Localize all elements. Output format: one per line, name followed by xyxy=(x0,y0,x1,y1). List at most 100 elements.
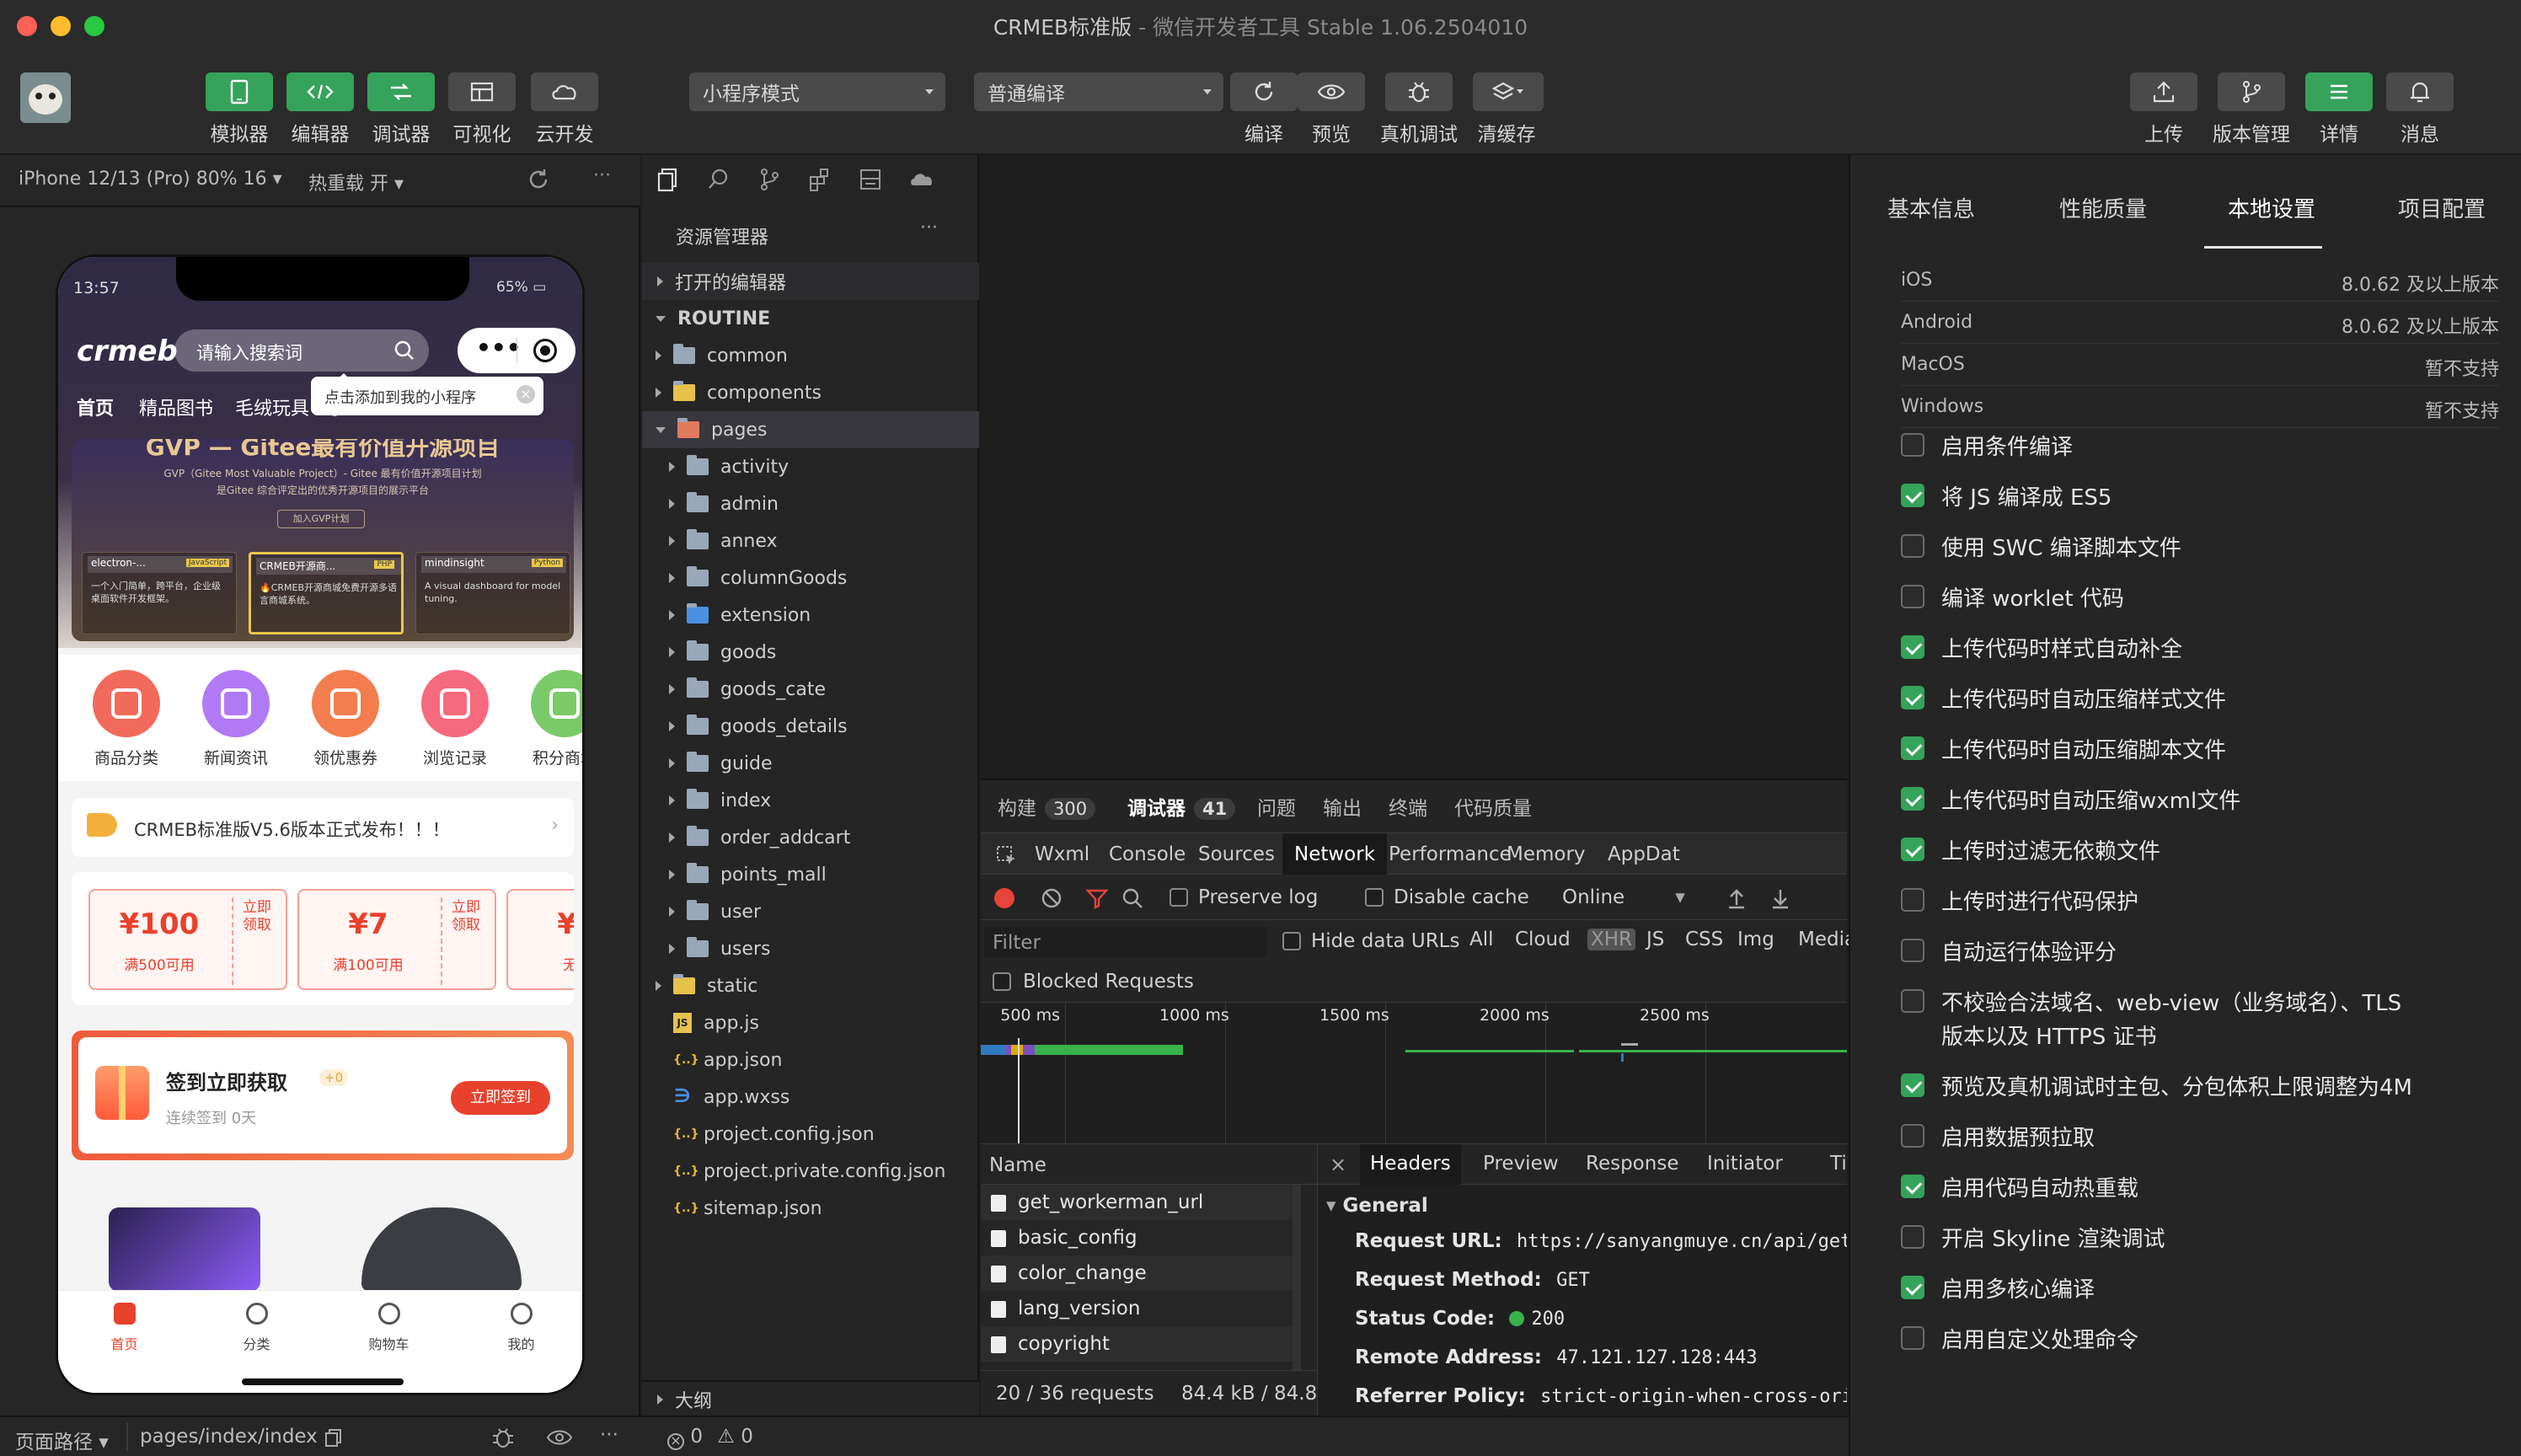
coupon-claim-button[interactable]: 立即领取 xyxy=(449,899,483,934)
tree-item-activity[interactable]: activity xyxy=(642,448,979,485)
option-checkbox[interactable] xyxy=(1901,1276,1924,1299)
tree-item-app-js[interactable]: JS app.js xyxy=(642,1004,979,1041)
signin-button[interactable]: 立即签到 xyxy=(451,1081,550,1115)
tree-item-points-mall[interactable]: points_mall xyxy=(642,856,979,893)
tree-item-goods-details[interactable]: goods_details xyxy=(642,708,979,745)
tabbar-item[interactable]: 分类 xyxy=(190,1299,323,1367)
general-section[interactable]: ▾ General xyxy=(1326,1195,1428,1217)
option-checkbox[interactable] xyxy=(1901,1175,1924,1198)
copy-path-icon[interactable] xyxy=(324,1427,344,1448)
detail-tab-tim[interactable]: Tim xyxy=(1820,1144,1847,1185)
name-column-header[interactable]: Name xyxy=(981,1144,1318,1185)
inspect-element-icon[interactable] xyxy=(996,845,1018,867)
option-checkbox[interactable] xyxy=(1901,787,1924,811)
disable-cache-checkbox[interactable] xyxy=(1365,888,1384,907)
phone-nav-item[interactable]: 精品图书 xyxy=(139,393,213,420)
phone-nav-item[interactable]: 手 xyxy=(328,393,346,420)
capsule-menu[interactable]: ••• xyxy=(458,328,575,373)
record-icon[interactable] xyxy=(994,888,1014,908)
extensions-icon[interactable] xyxy=(807,167,832,192)
product-tablet-image[interactable] xyxy=(109,1207,260,1292)
version-manage-button[interactable] xyxy=(2218,72,2285,111)
option-checkbox[interactable] xyxy=(1901,1225,1924,1249)
bottom-tab-0[interactable]: 构建 300 xyxy=(998,792,1096,821)
editor-toggle-button[interactable] xyxy=(286,72,354,111)
banner-join-button[interactable]: 加入GVP计划 xyxy=(277,510,365,528)
devtools-tab-appdat[interactable]: AppDat xyxy=(1596,833,1692,875)
option-checkbox[interactable] xyxy=(1901,585,1924,608)
network-timeline[interactable]: 500 ms 1000 ms 1500 ms 2000 ms 2500 ms xyxy=(981,1003,1847,1144)
preview-button[interactable] xyxy=(1298,72,1365,111)
tree-item-user[interactable]: user xyxy=(642,893,979,930)
minimize-window-button[interactable] xyxy=(51,16,71,36)
clear-icon[interactable] xyxy=(1040,886,1063,910)
detail-tab-response[interactable]: Response xyxy=(1576,1144,1689,1185)
request-row[interactable]: get_workerman_url xyxy=(981,1185,1293,1220)
tabbar-item[interactable]: 购物车 xyxy=(323,1299,455,1367)
capsule-close-icon[interactable] xyxy=(533,339,557,362)
capsule-more-icon[interactable]: ••• xyxy=(476,336,522,360)
bottom-tab-5[interactable]: 代码质量 xyxy=(1454,792,1532,821)
preserve-log-checkbox[interactable] xyxy=(1170,888,1188,907)
option-checkbox[interactable] xyxy=(1901,888,1924,912)
type-filter-xhr[interactable]: XHR xyxy=(1587,929,1636,950)
mode-select[interactable]: 小程序模式 xyxy=(689,72,945,111)
type-filter-media[interactable]: Media xyxy=(1798,929,1856,950)
coupon-card[interactable]: ¥9 无门 xyxy=(506,889,574,990)
tree-item-annex[interactable]: annex xyxy=(642,522,979,559)
bottom-tab-1[interactable]: 调试器 41 xyxy=(1127,792,1236,821)
devtools-tab-sources[interactable]: Sources xyxy=(1186,833,1287,875)
option-checkbox[interactable] xyxy=(1901,686,1924,709)
option-checkbox[interactable] xyxy=(1901,736,1924,760)
messages-button[interactable] xyxy=(2386,72,2454,111)
type-filter-js[interactable]: JS xyxy=(1646,929,1664,950)
hot-reload-select[interactable]: 热重载 开 ▾ xyxy=(308,169,404,195)
compile-button[interactable] xyxy=(1230,72,1298,111)
category-item[interactable]: 新闻资讯 xyxy=(190,666,282,776)
tree-item-project-private-config-json[interactable]: {..} project.private.config.json xyxy=(642,1153,979,1190)
bottom-tab-4[interactable]: 终端 xyxy=(1389,792,1427,821)
option-checkbox[interactable] xyxy=(1901,534,1924,558)
outline-section[interactable]: 大纲 xyxy=(642,1380,979,1417)
simulator-toggle-button[interactable] xyxy=(206,72,273,111)
network-filter-input[interactable]: Filter xyxy=(984,927,1267,957)
rotate-icon[interactable] xyxy=(526,167,551,192)
tooltip-close-icon[interactable]: × xyxy=(517,385,535,404)
category-item[interactable]: 浏览记录 xyxy=(409,666,501,776)
type-filter-cloud[interactable]: Cloud xyxy=(1515,929,1571,950)
bottom-tab-2[interactable]: 问题 xyxy=(1257,792,1296,821)
coupon-card[interactable]: ¥100 满500可用 立即领取 xyxy=(88,889,287,990)
details-tab-3[interactable]: 项目配置 xyxy=(2398,192,2486,223)
project-root[interactable]: ROUTINE xyxy=(642,300,979,337)
filter-icon[interactable] xyxy=(1085,886,1109,910)
problems-summary[interactable]: × 0 ⚠ 0 xyxy=(667,1426,753,1450)
gvp-banner[interactable]: GVP — Gitee最有价值开源项目 GVP（Gitee Most Valua… xyxy=(72,439,574,641)
coupon-claim-button[interactable]: 立即领取 xyxy=(240,899,274,934)
tree-item-app-json[interactable]: {..} app.json xyxy=(642,1041,979,1079)
devtools-tab-wxml[interactable]: Wxml xyxy=(1023,833,1101,875)
detail-tab-preview[interactable]: Preview xyxy=(1473,1144,1569,1185)
tree-item-app-wxss[interactable]: ∋ app.wxss xyxy=(642,1079,979,1116)
debugger-toggle-button[interactable] xyxy=(367,72,435,111)
details-tab-0[interactable]: 基本信息 xyxy=(1887,192,1975,223)
details-tab-1[interactable]: 性能质量 xyxy=(2059,192,2147,223)
bottom-tab-3[interactable]: 输出 xyxy=(1323,792,1362,821)
visual-toggle-button[interactable] xyxy=(448,72,516,111)
simulator-more-button[interactable]: ··· xyxy=(593,165,611,186)
option-checkbox[interactable] xyxy=(1901,989,1924,1013)
option-checkbox[interactable] xyxy=(1901,433,1924,457)
cloud-dev-toggle-button[interactable] xyxy=(531,72,598,111)
tree-item-admin[interactable]: admin xyxy=(642,485,979,522)
coupon-card[interactable]: ¥7 满100可用 立即领取 xyxy=(297,889,496,990)
tree-item-common[interactable]: common xyxy=(642,337,979,374)
detail-tab-initiator[interactable]: Initiator xyxy=(1697,1144,1793,1185)
devtools-tab-memory[interactable]: Memory xyxy=(1495,833,1598,875)
open-editors-section[interactable]: 打开的编辑器 xyxy=(642,263,979,300)
tree-item-sitemap-json[interactable]: {..} sitemap.json xyxy=(642,1190,979,1227)
tree-item-index[interactable]: index xyxy=(642,782,979,819)
phone-nav-item[interactable]: 首页 xyxy=(77,393,114,420)
import-har-icon[interactable] xyxy=(1726,886,1748,910)
upload-button[interactable] xyxy=(2130,72,2197,111)
close-detail-icon[interactable]: × xyxy=(1330,1153,1346,1176)
throttle-select[interactable]: Online ▾ xyxy=(1562,886,1685,908)
